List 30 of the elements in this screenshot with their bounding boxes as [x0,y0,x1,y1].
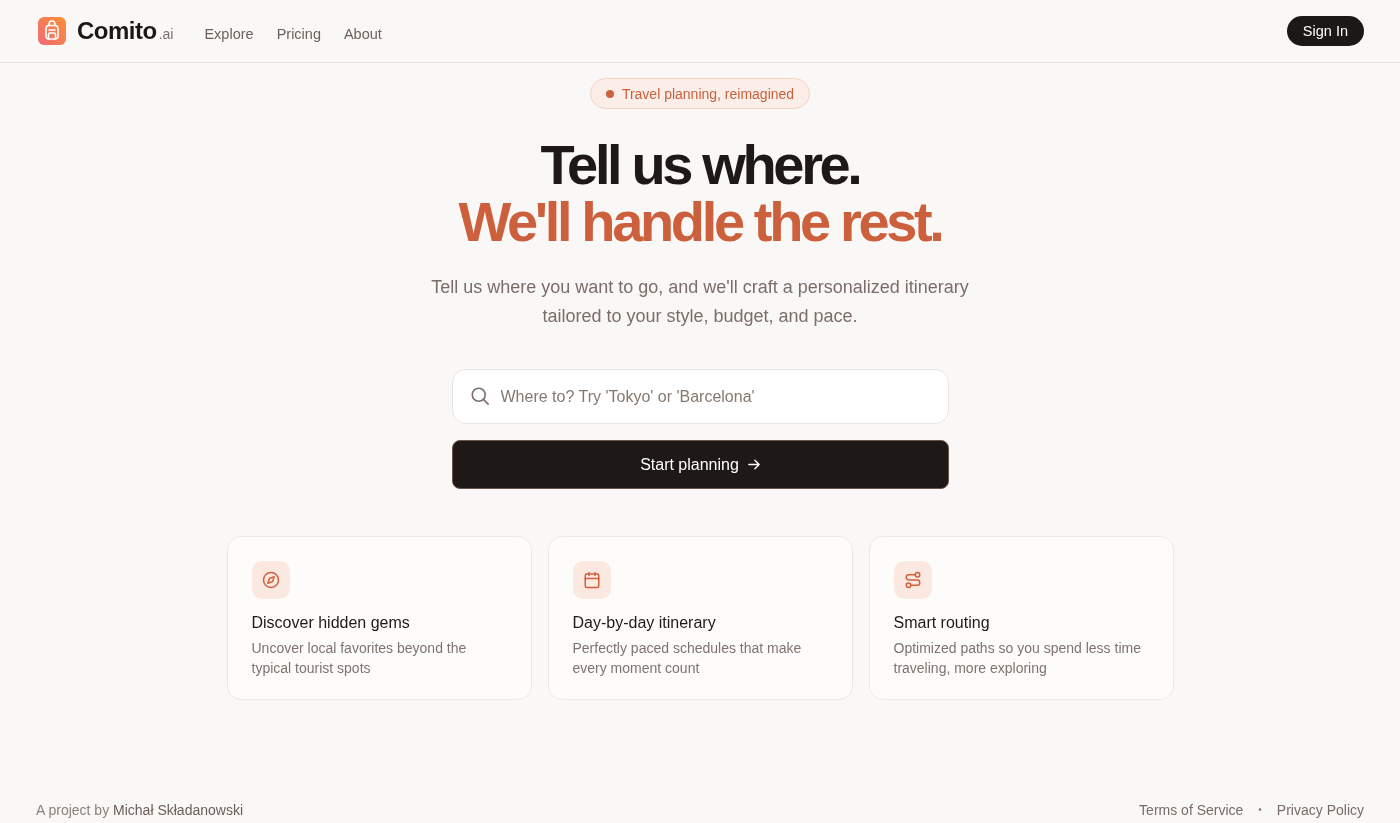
credit-text: A project by Michał Składanowski [36,801,243,820]
search-icon [470,387,489,405]
nav-link[interactable]: Pricing [276,26,321,42]
feature-description: Uncover local favorites beyond the typical tourist spots [251,639,468,678]
calendar-icon [572,561,611,599]
route-icon [893,561,932,599]
feature-title: Discover hidden gems [251,613,411,633]
feature-title: Day-by-day itinerary [572,613,717,633]
badge-text: Travel planning, reimagined [621,85,795,102]
link-separator: • [1258,803,1262,817]
brand-suffix: .ai [158,26,174,42]
headline-text: We'll handle the rest. [458,193,942,250]
compass-icon [251,561,290,599]
brand-name[interactable]: Comito [77,17,157,45]
start-planning-button[interactable]: Start planning [451,440,949,489]
nav-link[interactable]: About [343,26,382,42]
sign-in-button[interactable]: Sign In [1286,16,1364,46]
hero-subtitle: Tell us where you want to go, and we'll craft a personalized itinerary tailored to your style, budget, and pace. [430,276,970,328]
footer-link[interactable]: Terms of Service [1139,800,1244,820]
backpack-icon [38,17,66,45]
feature-description: Perfectly paced schedules that make every moment count [572,639,803,678]
footer-link[interactable]: Privacy Policy [1276,800,1364,820]
feature-description: Optimized paths so you spend less time traveling, more exploring [893,639,1142,678]
dot-icon [605,89,614,98]
author-link[interactable]: Michał Składanowski [113,802,243,818]
arrow-right-icon [747,459,760,470]
feature-title: Smart routing [893,613,991,633]
search-field[interactable]: Where to? Try 'Tokyo' or 'Barcelona' [451,369,949,424]
nav-link[interactable]: Explore [204,26,254,42]
headline-text: Tell us where. [539,136,861,193]
